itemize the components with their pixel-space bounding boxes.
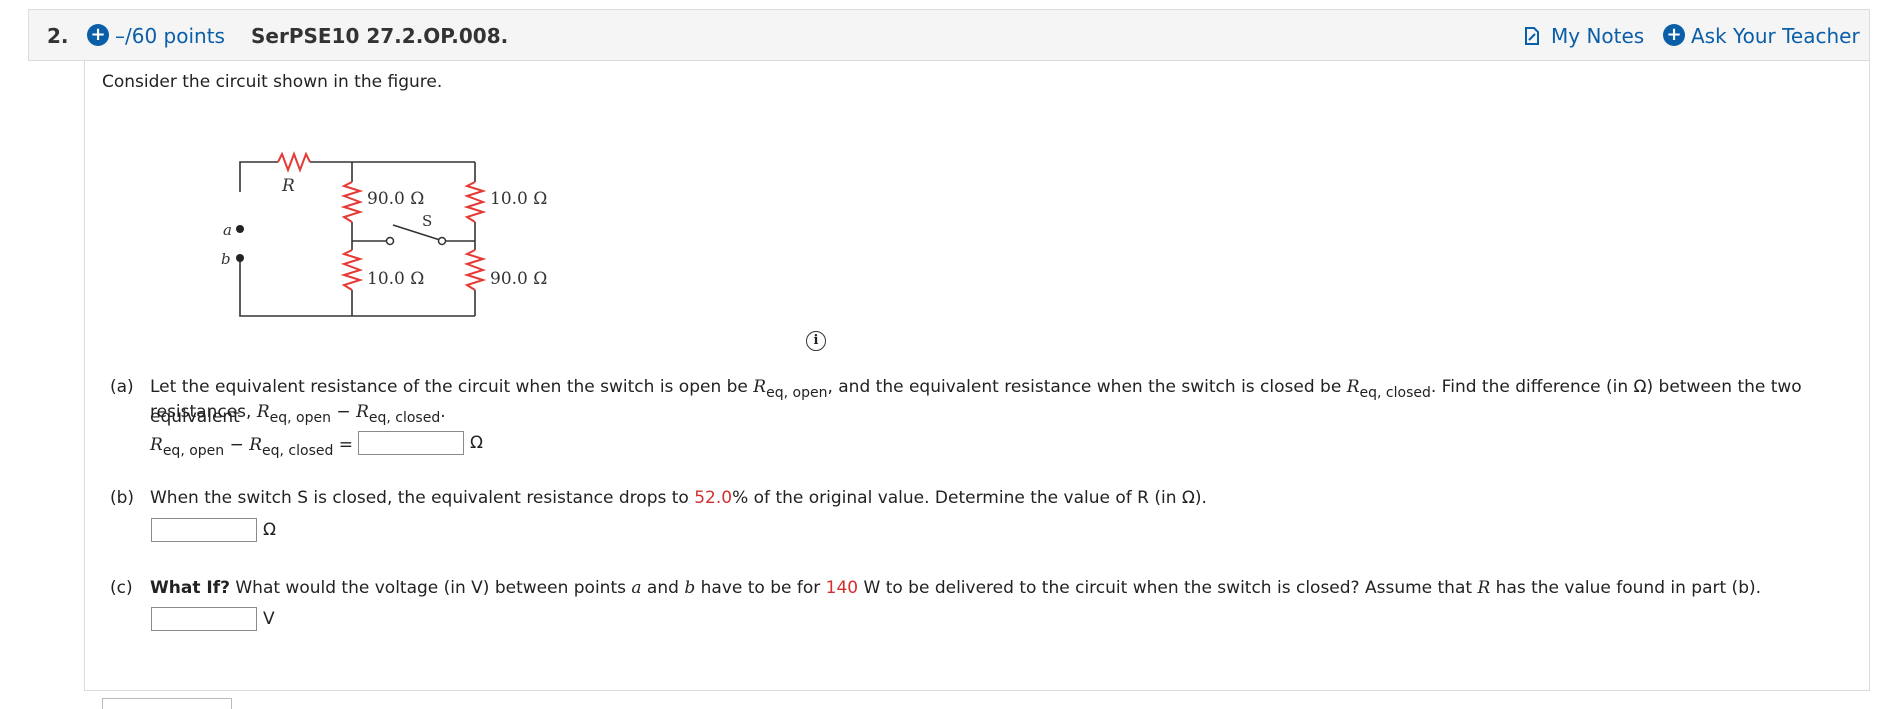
notes-icon[interactable] <box>1523 26 1541 46</box>
subscript-closed: eq, closed <box>368 410 441 426</box>
label-r-bottom-right: 90.0 Ω <box>490 269 547 289</box>
part-c-and: and <box>641 578 685 598</box>
part-c-text-3: W to be delivered to the circuit when th… <box>858 578 1478 598</box>
part-c-text-1: What would the voltage (in V) between po… <box>229 578 632 598</box>
part-b-percent-value: 52.0 <box>694 488 733 508</box>
part-c-unit: V <box>263 609 275 629</box>
r-symbol: R <box>356 402 369 422</box>
subscript-open: eq, open <box>269 410 331 426</box>
my-notes-link[interactable]: My Notes <box>1551 24 1644 48</box>
label-r-top-middle: 90.0 Ω <box>367 189 424 209</box>
ask-teacher-icon[interactable]: + <box>1663 24 1685 46</box>
label-r-top-right: 10.0 Ω <box>490 189 547 209</box>
divider <box>248 690 1868 691</box>
part-a-equation: Req, open − Req, closed = <box>150 433 353 463</box>
part-b-label: (b) <box>110 488 135 508</box>
part-a-unit: Ω <box>470 433 483 453</box>
part-b-unit: Ω <box>263 520 276 540</box>
part-b-answer-input[interactable] <box>151 518 257 542</box>
point-a: a <box>631 578 642 598</box>
question-header: 2. + –/60 points SerPSE10 27.2.OP.008. M… <box>28 9 1870 61</box>
minus-sign: − <box>336 402 351 422</box>
ask-teacher-link[interactable]: Ask Your Teacher <box>1691 24 1860 48</box>
part-a-text-4: resistances, <box>150 402 257 422</box>
r-symbol: R <box>249 435 263 455</box>
part-b-text-2: % of the original value. Determine the v… <box>732 488 1207 508</box>
points-link[interactable]: –/60 points <box>115 24 225 48</box>
part-a-text-1: Let the equivalent resistance of the cir… <box>150 377 754 397</box>
label-b: b <box>221 250 231 268</box>
subscript-open: eq, open <box>766 385 828 401</box>
info-icon[interactable]: i <box>806 331 826 351</box>
r-symbol: R <box>1477 578 1491 598</box>
label-r-bottom-middle: 10.0 Ω <box>367 269 424 289</box>
intro-text: Consider the circuit shown in the figure… <box>102 72 443 92</box>
part-a-answer-input[interactable] <box>358 431 464 455</box>
part-b-text-1: When the switch S is closed, the equival… <box>150 488 695 508</box>
part-a-label: (a) <box>110 377 134 397</box>
subscript-closed: eq, closed <box>1359 385 1431 401</box>
subscript-open: eq, open <box>162 443 225 459</box>
part-a-text-2: , and the equivalent resistance when the… <box>827 377 1347 397</box>
what-if-label: What If? <box>150 578 230 598</box>
minus-sign: − <box>229 435 244 455</box>
plus-circle-icon[interactable]: + <box>87 24 109 46</box>
part-c-answer-input[interactable] <box>151 607 257 631</box>
circuit-diagram: R a b S 90.0 Ω 10.0 Ω 10.0 Ω 90.0 Ω <box>221 151 547 317</box>
subscript-closed: eq, closed <box>262 443 334 459</box>
question-number: 2. <box>47 24 69 48</box>
r-symbol: R <box>753 377 767 397</box>
part-c-label: (c) <box>110 578 133 598</box>
question-id: SerPSE10 27.2.OP.008. <box>251 24 509 48</box>
part-c-text-2: have to be for <box>695 578 826 598</box>
part-c-text-4: has the value found in part (b). <box>1490 578 1762 598</box>
r-symbol: R <box>150 435 163 455</box>
equals-sign: = <box>338 435 354 455</box>
bottom-button-edge[interactable] <box>102 698 232 709</box>
part-c-power-value: 140 <box>825 578 859 598</box>
label-r: R <box>281 176 295 196</box>
point-b: b <box>684 578 696 598</box>
r-symbol: R <box>1346 377 1360 397</box>
part-a-line-2: resistances, Req, open − Req, closed. <box>150 400 446 430</box>
r-symbol: R <box>256 402 270 422</box>
label-switch: S <box>422 212 432 230</box>
period: . <box>440 402 446 422</box>
label-a: a <box>223 221 232 239</box>
